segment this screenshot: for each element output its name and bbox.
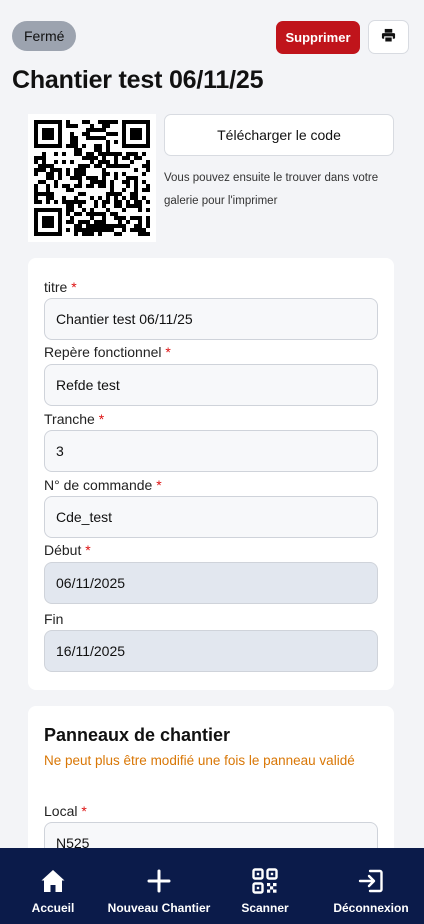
commande-label: N° de commande *: [44, 477, 162, 493]
plus-icon: [146, 868, 172, 894]
delete-button[interactable]: Supprimer: [276, 21, 360, 54]
nav-new-label: Nouveau Chantier: [107, 901, 211, 915]
chantier-form: titre * Chantier test 06/11/25 Repère fo…: [28, 258, 394, 690]
debut-label: Début *: [44, 542, 91, 558]
home-icon: [40, 868, 66, 894]
tranche-field[interactable]: 3: [44, 430, 378, 472]
qr-code: [28, 114, 156, 242]
nav-logout[interactable]: Déconnexion: [318, 848, 424, 924]
repere-label: Repère fonctionnel *: [44, 344, 171, 360]
print-button[interactable]: [368, 20, 409, 54]
bottom-nav: Accueil Nouveau Chantier Scanner Déconne…: [0, 848, 424, 924]
debut-field[interactable]: 06/11/2025: [44, 562, 378, 604]
printer-icon: [381, 28, 396, 46]
repere-field[interactable]: Refde test: [44, 364, 378, 406]
nav-home[interactable]: Accueil: [0, 848, 106, 924]
download-hint: Vous pouvez ensuite le trouver dans votr…: [164, 172, 379, 207]
panels-title: Panneaux de chantier: [44, 725, 231, 745]
panels-warning: Ne peut plus être modifié une fois le pa…: [44, 753, 355, 768]
qr-scan-icon: [252, 868, 278, 894]
nav-home-label: Accueil: [31, 901, 75, 915]
commande-field[interactable]: Cde_test: [44, 496, 378, 538]
page-title: Chantier test 06/11/25: [12, 66, 264, 94]
titre-label: titre *: [44, 279, 77, 295]
fin-field[interactable]: 16/11/2025: [44, 630, 378, 672]
local-label: Local *: [44, 803, 87, 819]
nav-new-chantier[interactable]: Nouveau Chantier: [106, 848, 212, 924]
nav-logout-label: Déconnexion: [333, 901, 409, 915]
logout-icon: [358, 868, 384, 894]
chantier-page: Fermé Supprimer Chantier test 06/11/25 T…: [0, 0, 424, 848]
panels-section: Panneaux de chantier Ne peut plus être m…: [28, 706, 394, 848]
local-field[interactable]: N525: [44, 822, 378, 848]
nav-scan-label: Scanner: [241, 901, 289, 915]
tranche-label: Tranche *: [44, 411, 105, 427]
nav-scanner[interactable]: Scanner: [212, 848, 318, 924]
titre-field[interactable]: Chantier test 06/11/25: [44, 298, 378, 340]
fin-label: Fin: [44, 611, 64, 627]
download-code-button[interactable]: Télécharger le code: [164, 114, 394, 156]
status-badge: Fermé: [12, 21, 77, 51]
